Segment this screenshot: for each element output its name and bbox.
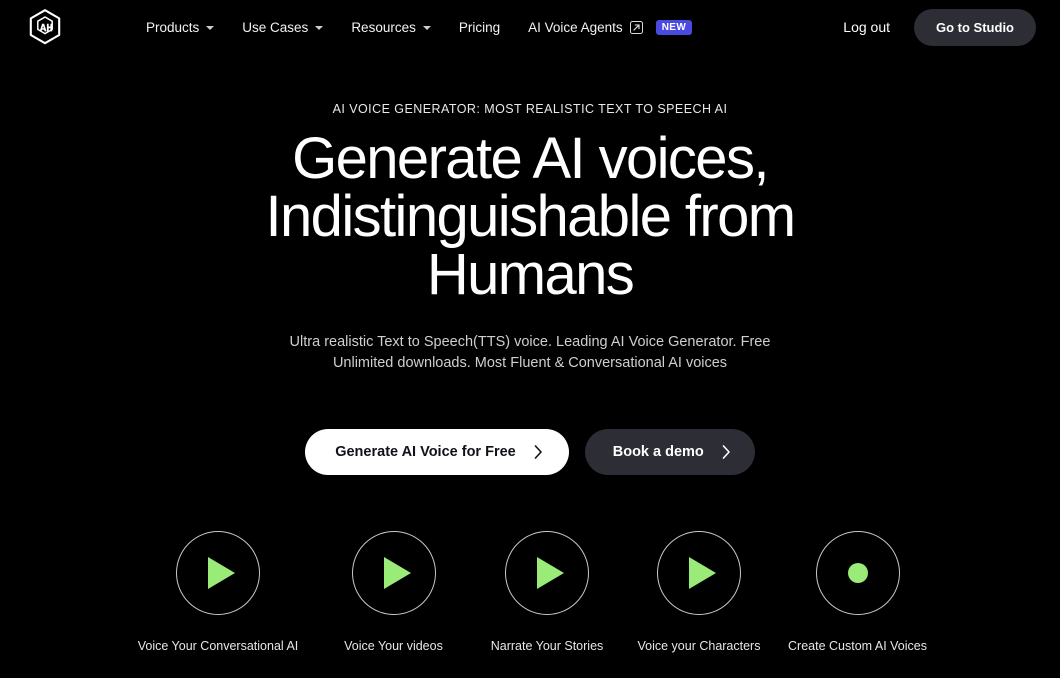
play-icon bbox=[208, 557, 235, 590]
external-link-icon bbox=[629, 20, 643, 34]
play-icon bbox=[689, 557, 716, 590]
nav-label: Resources bbox=[351, 19, 416, 35]
record-dot-icon bbox=[847, 563, 868, 584]
feature-label: Voice Your Conversational AI bbox=[137, 639, 299, 654]
go-to-studio-button[interactable]: Go to Studio bbox=[914, 8, 1036, 46]
nav-item-resources[interactable]: Resources bbox=[337, 14, 445, 41]
feature-voice-your-characters[interactable]: Voice your Characters bbox=[623, 531, 775, 653]
nav-label: Use Cases bbox=[242, 19, 309, 35]
hero-cta-row: Generate AI Voice for Free Book a demo bbox=[0, 429, 1060, 476]
record-button-circle[interactable] bbox=[815, 531, 900, 616]
feature-narrate-your-stories[interactable]: Narrate Your Stories bbox=[471, 531, 623, 653]
chevron-down-icon bbox=[422, 26, 431, 30]
hero-subtitle: Ultra realistic Text to Speech(TTS) voic… bbox=[289, 334, 771, 371]
chevron-right-icon bbox=[722, 445, 731, 459]
hero-eyebrow: AI VOICE GENERATOR: MOST REALISTIC TEXT … bbox=[332, 102, 728, 116]
nav-item-use-cases[interactable]: Use Cases bbox=[228, 14, 337, 41]
chevron-down-icon bbox=[206, 26, 215, 30]
play-button-circle[interactable] bbox=[351, 531, 436, 616]
secondary-cta-label: Book a demo bbox=[612, 444, 704, 461]
nav-item-ai-voice-agents[interactable]: AI Voice Agents NEW bbox=[514, 14, 706, 41]
play-icon bbox=[383, 557, 411, 590]
feature-label: Narrate Your Stories bbox=[490, 639, 604, 654]
logout-button[interactable]: Log out bbox=[833, 13, 900, 41]
hero-section: AI VOICE GENERATOR: MOST REALISTIC TEXT … bbox=[0, 54, 1060, 653]
generate-ai-voice-button[interactable]: Generate AI Voice for Free bbox=[305, 429, 569, 476]
nav-label: Products bbox=[146, 19, 200, 35]
status-badge-new: NEW bbox=[655, 19, 693, 35]
feature-create-custom-ai-voices[interactable]: Create Custom AI Voices bbox=[775, 531, 940, 653]
chevron-right-icon bbox=[534, 445, 543, 459]
book-a-demo-button[interactable]: Book a demo bbox=[584, 429, 755, 476]
nav-item-products[interactable]: Products bbox=[132, 14, 228, 41]
feature-label: Create Custom AI Voices bbox=[788, 639, 927, 654]
nav-item-pricing[interactable]: Pricing bbox=[445, 14, 514, 41]
nav-label: AI Voice Agents bbox=[528, 19, 623, 35]
feature-circle-row: Voice Your Conversational AI Voice Your … bbox=[0, 531, 1060, 653]
feature-voice-conversational-ai[interactable]: Voice Your Conversational AI bbox=[120, 531, 316, 653]
feature-label: Voice Your videos bbox=[344, 639, 443, 654]
page-title: Generate AI voices, Indistinguishable fr… bbox=[265, 126, 797, 307]
header-actions: Log out Go to Studio bbox=[833, 8, 1036, 46]
nav-label: Pricing bbox=[458, 19, 501, 35]
play-icon bbox=[537, 557, 564, 590]
playht-logo-icon[interactable] bbox=[26, 8, 64, 46]
play-button-circle[interactable] bbox=[505, 531, 589, 616]
feature-label: Voice your Characters bbox=[637, 639, 761, 654]
chevron-down-icon bbox=[315, 26, 324, 30]
main-navigation: Products Use Cases Resources Pricing AI … bbox=[132, 14, 706, 41]
site-header: Products Use Cases Resources Pricing AI … bbox=[0, 0, 1060, 54]
play-button-circle[interactable] bbox=[176, 531, 260, 616]
play-button-circle[interactable] bbox=[657, 531, 741, 616]
primary-cta-label: Generate AI Voice for Free bbox=[335, 444, 516, 461]
feature-voice-your-videos[interactable]: Voice Your videos bbox=[316, 531, 471, 653]
